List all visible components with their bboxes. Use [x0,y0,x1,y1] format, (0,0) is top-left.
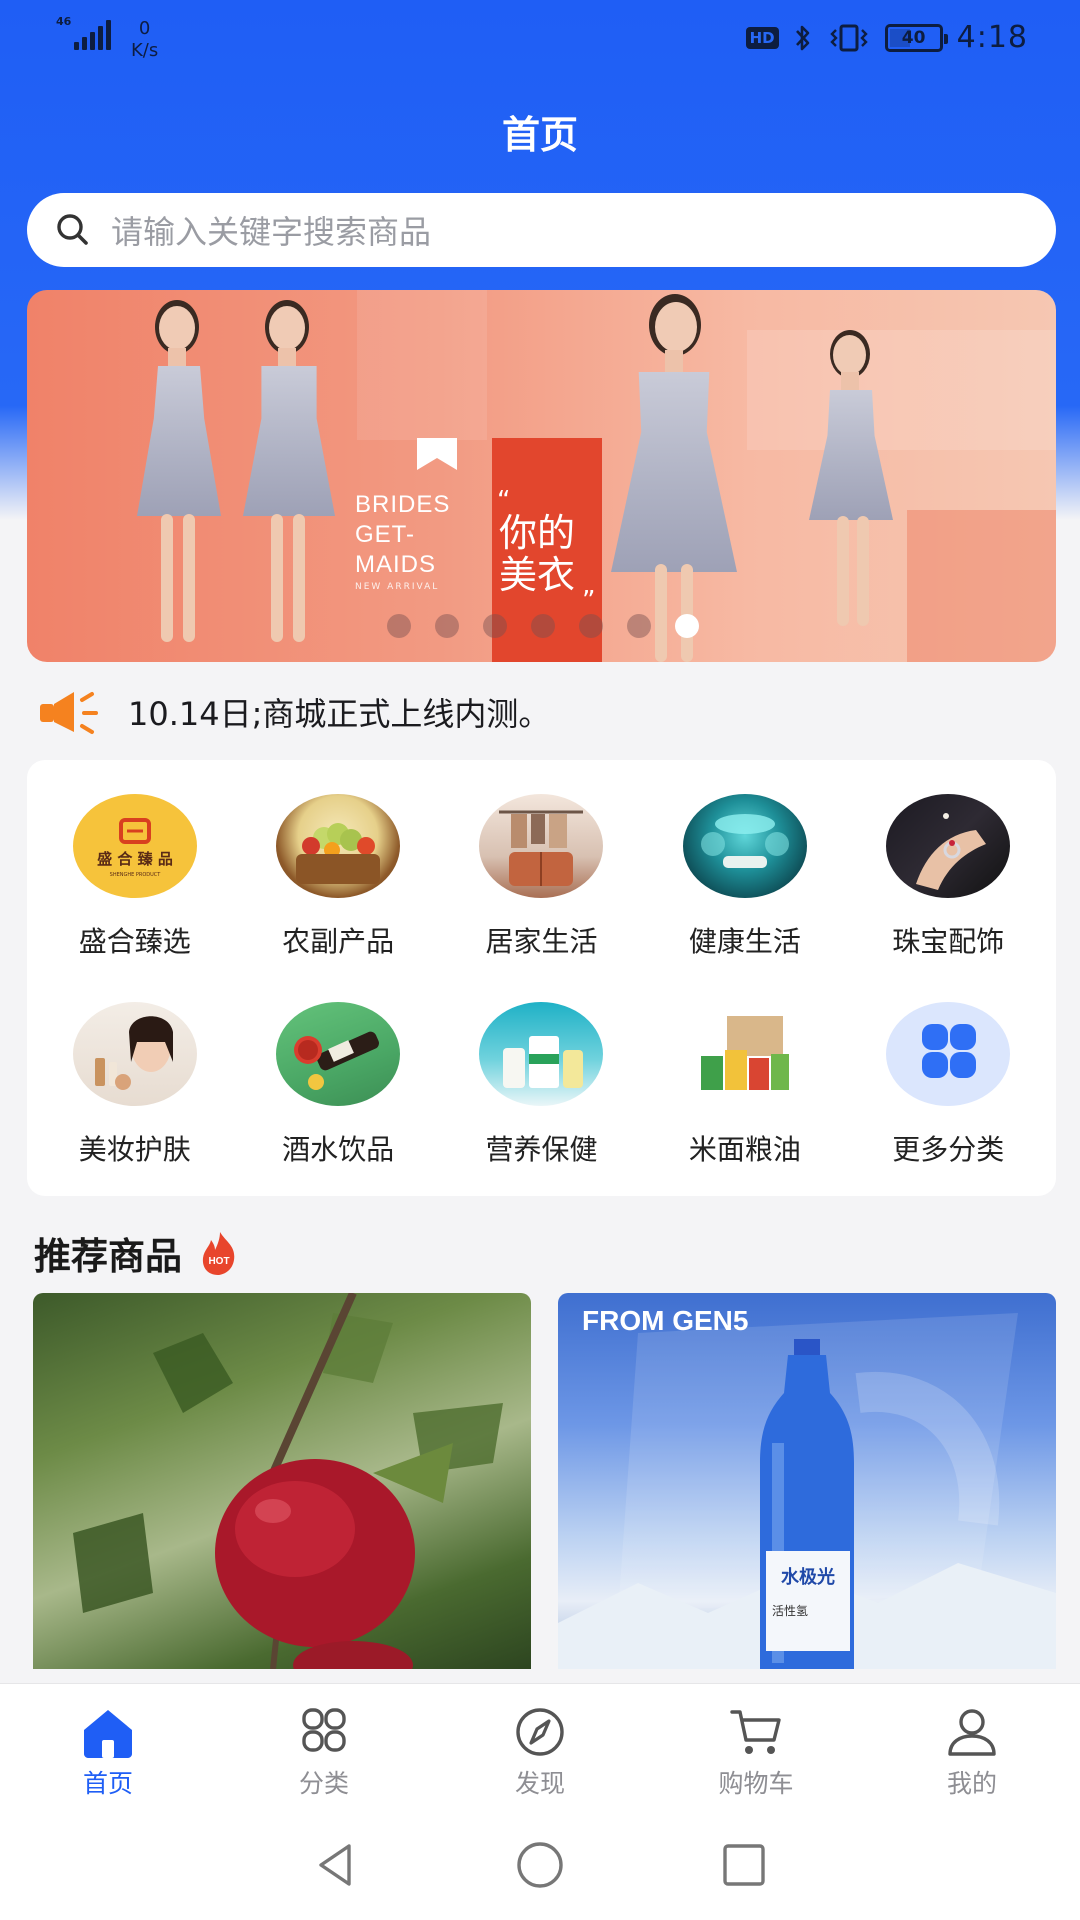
search-placeholder: 请输入关键字搜索商品 [111,213,432,251]
drink-bottle-icon [276,1002,401,1106]
category-label: 米面粮油 [688,1133,801,1166]
announcement-bar[interactable]: 10.14日;商城正式上线内测。 [38,688,550,736]
banner-subtitle: NEW ARRIVAL [355,582,440,592]
banner-pagination [27,614,1056,638]
cart-icon [730,1710,781,1754]
product-card-water[interactable]: 水极光 活性氢 FROM GEN5 [558,1293,1056,1669]
product-tag: FROM GEN5 [582,1305,749,1336]
network-type: 46 [56,15,72,28]
home-nav-icon[interactable] [513,1838,567,1892]
bottle-label-brand: 水极光 [781,1566,835,1588]
category-shenghe[interactable]: 盛 合 臻 品 SHENGHE PRODUCT 盛合臻选 [33,794,236,960]
category-more[interactable]: 更多分类 [847,1002,1050,1168]
battery-icon: 40 [884,23,948,52]
bookmark-icon [417,438,457,470]
category-icon [302,1708,346,1752]
fruit-basket-icon [276,794,401,898]
category-nutrition[interactable]: 营养保健 [440,1002,643,1168]
category-label: 美妆护肤 [78,1133,191,1166]
banner-dot[interactable] [579,614,603,638]
category-label: 更多分类 [892,1133,1005,1166]
bottle-label-sub: 活性氢 [772,1603,808,1618]
banner-dot[interactable] [627,614,651,638]
spa-room-icon [682,794,807,898]
grocery-box-icon [682,1002,807,1106]
banner-dot[interactable] [435,614,459,638]
system-nav-bar [0,1809,1080,1920]
banner-dot[interactable] [531,614,555,638]
category-label: 健康生活 [688,925,801,958]
banner-dot[interactable] [483,614,507,638]
user-icon [948,1709,996,1756]
banner-model-1 [117,300,237,660]
category-label: 营养保健 [485,1133,598,1166]
clock: 4:18 [956,20,1028,55]
category-agricultural[interactable]: 农副产品 [236,794,439,960]
ring-icon [886,794,1011,898]
recommend-heading: 推荐商品 HOT [34,1226,240,1280]
vibrate-icon [829,24,868,51]
hot-badge-text: HOT [208,1256,229,1267]
category-label: 珠宝配饰 [892,925,1005,958]
tab-category[interactable]: 分类 [216,1684,432,1809]
banner-chinese-title: 你的 美衣 [499,511,576,597]
search-icon [57,214,88,245]
search-input[interactable]: 请输入关键字搜索商品 [27,193,1056,267]
banner-dot[interactable] [387,614,411,638]
tab-home[interactable]: 首页 [0,1684,216,1809]
banner-model-4 [797,330,907,650]
network-speed: 0 K/s [131,18,159,61]
back-icon[interactable] [309,1838,363,1892]
hd-badge: HD [745,26,779,49]
banner-quote-close: ” [582,586,596,616]
page-title: 首页 [501,113,578,157]
bottom-tab-bar: 首页 分类 发现 购物车 我的 [0,1683,1080,1809]
cosmetics-icon [72,1002,197,1106]
hot-flame-icon: HOT [202,1232,235,1275]
svg-text:SHENGHE PRODUCT: SHENGHE PRODUCT [109,872,161,878]
category-beauty[interactable]: 美妆护肤 [33,1002,236,1168]
category-healthy-living[interactable]: 健康生活 [643,794,846,960]
recents-icon[interactable] [717,1838,771,1892]
supplement-icon [479,1002,604,1106]
shenghe-logo-icon: 盛 合 臻 品 SHENGHE PRODUCT [72,794,197,898]
category-home-living[interactable]: 居家生活 [440,794,643,960]
tab-profile[interactable]: 我的 [864,1684,1080,1809]
banner-model-3 [597,294,747,662]
category-jewelry[interactable]: 珠宝配饰 [847,794,1050,960]
more-categories-icon [886,1002,1011,1106]
category-label: 盛合臻选 [78,925,191,958]
home-icon [84,1710,132,1758]
compass-icon [516,1708,564,1756]
banner-model-2 [227,300,347,660]
luggage-icon [479,794,604,898]
tab-cart[interactable]: 购物车 [648,1684,864,1809]
category-label: 酒水饮品 [282,1133,395,1166]
bluetooth-icon [795,25,809,50]
announcement-text: 10.14日;商城正式上线内测。 [128,695,551,733]
tab-discover[interactable]: 发现 [432,1684,648,1809]
category-drinks[interactable]: 酒水饮品 [236,1002,439,1168]
category-label: 居家生活 [485,925,598,958]
status-bar: 46 0 K/s HD 40 4:18 [0,0,1080,80]
banner-dot-active[interactable] [675,614,699,638]
promo-banner[interactable]: BRIDES GET- MAIDS NEW ARRIVAL “ 你的 美衣 ” [27,290,1056,662]
banner-english-title: BRIDES GET- MAIDS [355,491,451,578]
apple-photo [73,1293,503,1669]
megaphone-icon [40,692,98,734]
category-grid: 盛 合 臻 品 SHENGHE PRODUCT 盛合臻选 农副产品 居家生活 健… [27,760,1056,1196]
svg-text:盛 合 臻 品: 盛 合 臻 品 [97,850,173,868]
signal-icon: 46 [56,15,111,50]
product-card-apple[interactable] [33,1293,531,1669]
section-title: 推荐商品 [34,1235,182,1278]
category-label: 农副产品 [282,925,395,958]
category-grain-oil[interactable]: 米面粮油 [643,1002,846,1168]
water-bottle-photo: 水极光 活性氢 [558,1313,1056,1669]
